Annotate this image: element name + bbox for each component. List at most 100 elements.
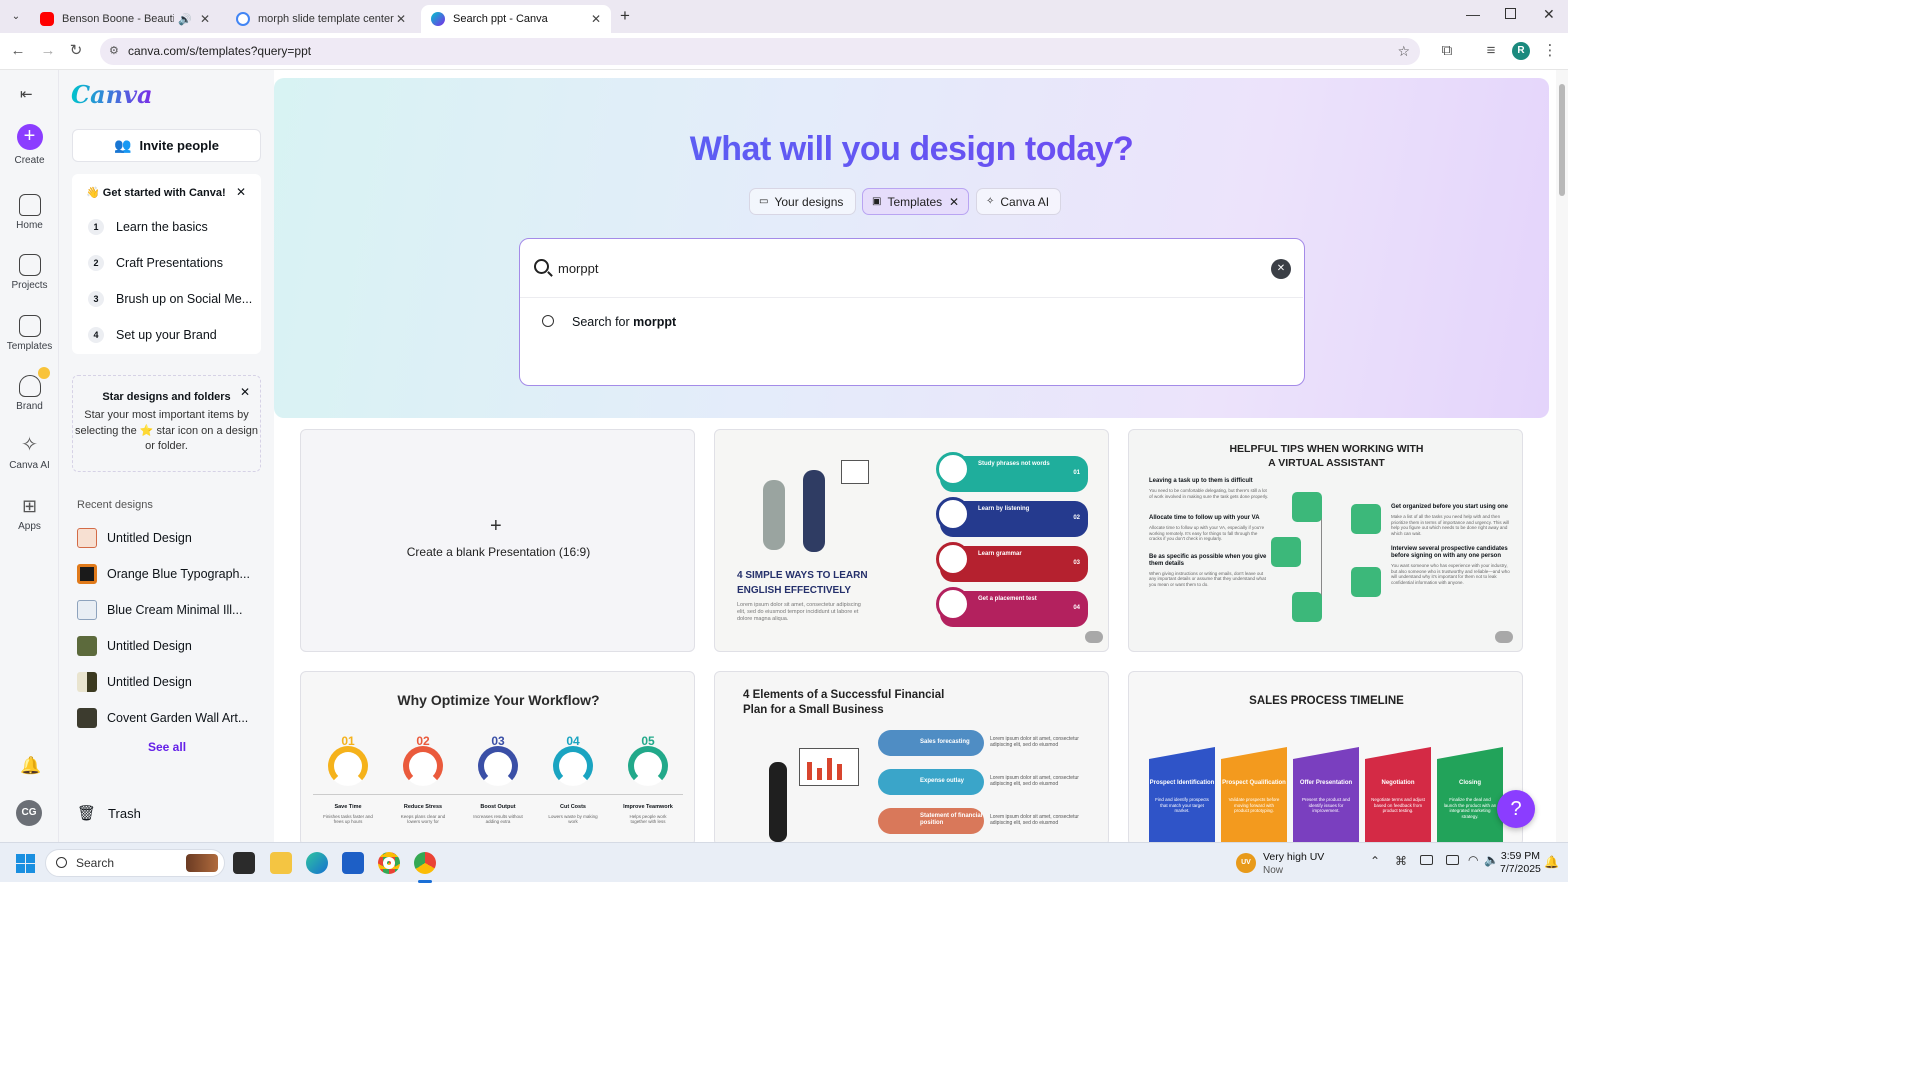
browser-tab[interactable]: morph slide template center with ✕ [226, 5, 416, 33]
close-icon[interactable]: ✕ [240, 385, 250, 399]
step-item[interactable]: 1 Learn the basics [88, 219, 208, 235]
recent-designs-title: Recent designs [77, 499, 153, 511]
media-control-icon[interactable]: ≡ [1481, 41, 1501, 61]
extensions-icon[interactable]: ⧉ [1437, 41, 1457, 61]
close-icon[interactable]: ✕ [200, 12, 210, 26]
collapse-sidebar-icon[interactable]: ⇤ [20, 85, 33, 103]
wifi-icon[interactable]: ◠ [1468, 853, 1478, 867]
user-avatar[interactable]: CG [16, 800, 42, 826]
close-icon[interactable]: ✕ [396, 12, 406, 26]
weather-widget[interactable]: UV Very high UV Now [1236, 851, 1346, 877]
star-tip-body: or folder. [145, 440, 188, 452]
rail-item-apps[interactable]: ⊞ Apps [0, 495, 59, 532]
browser-tab-active[interactable]: Search ppt - Canva ✕ [421, 5, 611, 33]
store-icon[interactable] [342, 852, 364, 874]
finance-item: Expense outlay [878, 769, 984, 795]
rail-item-home[interactable]: Home [0, 194, 59, 231]
taskbar-search[interactable]: Search [45, 849, 225, 877]
rail-item-canva-ai[interactable]: ✧ Canva AI [0, 434, 59, 471]
task-view-icon[interactable] [233, 852, 255, 874]
tip-icon [1292, 492, 1322, 522]
search-input[interactable] [558, 253, 1258, 283]
trash-item[interactable]: 🗑 Trash [77, 804, 141, 822]
clock[interactable]: 3:59 PM 7/7/2025 [1500, 850, 1541, 876]
close-icon[interactable]: ✕ [236, 185, 246, 199]
chevron-up-icon[interactable]: ⌃ [1370, 854, 1380, 868]
recent-design-item[interactable]: Untitled Design [77, 528, 192, 548]
design-thumbnail [77, 636, 97, 656]
create-blank-presentation[interactable]: + Create a blank Presentation (16:9) [300, 429, 695, 652]
rail-item-brand[interactable]: Brand [0, 367, 59, 412]
notification-bell-icon[interactable]: 🔔 [1544, 855, 1559, 869]
notifications-bell-icon[interactable]: 🔔 [20, 756, 41, 776]
forward-arrow-icon[interactable]: → [38, 41, 58, 61]
recent-design-item[interactable]: Covent Garden Wall Art... [77, 708, 248, 728]
bookmark-star-icon[interactable]: ☆ [1397, 38, 1410, 65]
monitor-icon[interactable] [1446, 855, 1459, 865]
see-all-link[interactable]: See all [148, 740, 186, 754]
profile-avatar[interactable]: R [1512, 42, 1530, 60]
invite-people-button[interactable]: 👥 Invite people [72, 129, 261, 162]
close-icon[interactable]: ✕ [591, 12, 601, 26]
canva-logo[interactable]: Canva [71, 80, 153, 109]
tab-search-icon[interactable]: ⌄ [8, 9, 24, 25]
filter-canva-ai[interactable]: ✧ Canva AI [976, 188, 1061, 215]
filter-templates[interactable]: ▣ Templates ✕ [862, 188, 969, 215]
template-card[interactable]: 4 SIMPLE WAYS TO LEARN ENGLISH EFFECTIVE… [714, 429, 1109, 652]
template-card[interactable]: HELPFUL TIPS WHEN WORKING WITH A VIRTUAL… [1128, 429, 1523, 652]
slide-body: Lorem ipsum dolor sit amet, consectetur … [737, 602, 861, 622]
search-suggestion[interactable]: Search for morppt [542, 311, 1282, 333]
restore-icon[interactable] [1505, 8, 1516, 19]
recent-design-item[interactable]: Blue Cream Minimal Ill... [77, 600, 242, 620]
page-scrollbar[interactable] [1556, 70, 1568, 842]
premium-crown-icon [1495, 631, 1513, 643]
windows-start-icon[interactable] [16, 854, 35, 873]
help-label: ? [1510, 798, 1522, 820]
display-icon[interactable] [1420, 855, 1433, 865]
remove-filter-icon[interactable]: ✕ [949, 195, 959, 209]
template-card[interactable]: Why Optimize Your Workflow? 01 Save Time… [300, 671, 695, 842]
step-gauge-icon [403, 746, 443, 786]
scrollbar-thumb[interactable] [1559, 84, 1565, 196]
active-app-indicator [418, 880, 432, 883]
close-window-icon[interactable]: ✕ [1543, 6, 1555, 23]
recent-design-item[interactable]: Orange Blue Typograph... [77, 564, 250, 584]
back-arrow-icon[interactable]: ← [8, 41, 28, 61]
template-card[interactable]: SALES PROCESS TIMELINE Prospect Identifi… [1128, 671, 1523, 842]
template-card[interactable]: 4 Elements of a Successful Financial Pla… [714, 671, 1109, 842]
create-button[interactable]: + Create [0, 124, 59, 166]
reload-icon[interactable]: ↻ [66, 41, 86, 61]
rail-item-projects[interactable]: Projects [0, 254, 59, 291]
chrome-icon[interactable] [378, 852, 400, 874]
url-text: canva.com/s/templates?query=ppt [128, 44, 312, 58]
minimize-icon[interactable]: — [1466, 6, 1480, 22]
clear-search-button[interactable]: ✕ [1271, 259, 1291, 279]
tab-title: Search ppt - Canva [453, 13, 548, 25]
url-field[interactable]: ⚙ canva.com/s/templates?query=ppt ☆ [100, 38, 1420, 65]
edge-icon[interactable] [306, 852, 328, 874]
getting-started-title: 👋 Get started with Canva! [86, 187, 226, 199]
step-item[interactable]: 2 Craft Presentations [88, 255, 223, 271]
browser-tab[interactable]: Benson Boone - Beautiful Things 🔊 ✕ [30, 5, 220, 33]
chrome-profile-icon[interactable] [414, 852, 436, 874]
site-info-icon[interactable]: ⚙ [109, 38, 119, 65]
new-tab-button[interactable]: + [620, 6, 630, 26]
rail-item-templates[interactable]: Templates [0, 315, 59, 352]
help-button[interactable]: ? [1497, 790, 1535, 828]
file-explorer-icon[interactable] [270, 852, 292, 874]
page-headline: What will you design today? [274, 130, 1549, 169]
recent-design-item[interactable]: Untitled Design [77, 636, 192, 656]
browser-menu-icon[interactable]: ⋮ [1540, 41, 1560, 61]
volume-icon[interactable]: 🔈 [1484, 853, 1499, 867]
step-item[interactable]: 3 Brush up on Social Me... [88, 291, 252, 307]
va-right-column: Get organized before you start using one… [1391, 504, 1510, 585]
getting-started-card: 👋 Get started with Canva! ✕ 1 Learn the b… [72, 174, 261, 354]
hero-banner: What will you design today? ▭ Your desig… [274, 78, 1549, 418]
workflow-step: 02 Reduce Stress Keeps plans clear and l… [400, 734, 446, 824]
network-icon[interactable]: ⌘ [1395, 854, 1407, 868]
crown-badge-icon [38, 367, 50, 379]
step-item[interactable]: 4 Set up your Brand [88, 327, 217, 343]
filter-your-designs[interactable]: ▭ Your designs [749, 188, 856, 215]
search-icon [56, 857, 67, 868]
recent-design-item[interactable]: Untitled Design [77, 672, 192, 692]
